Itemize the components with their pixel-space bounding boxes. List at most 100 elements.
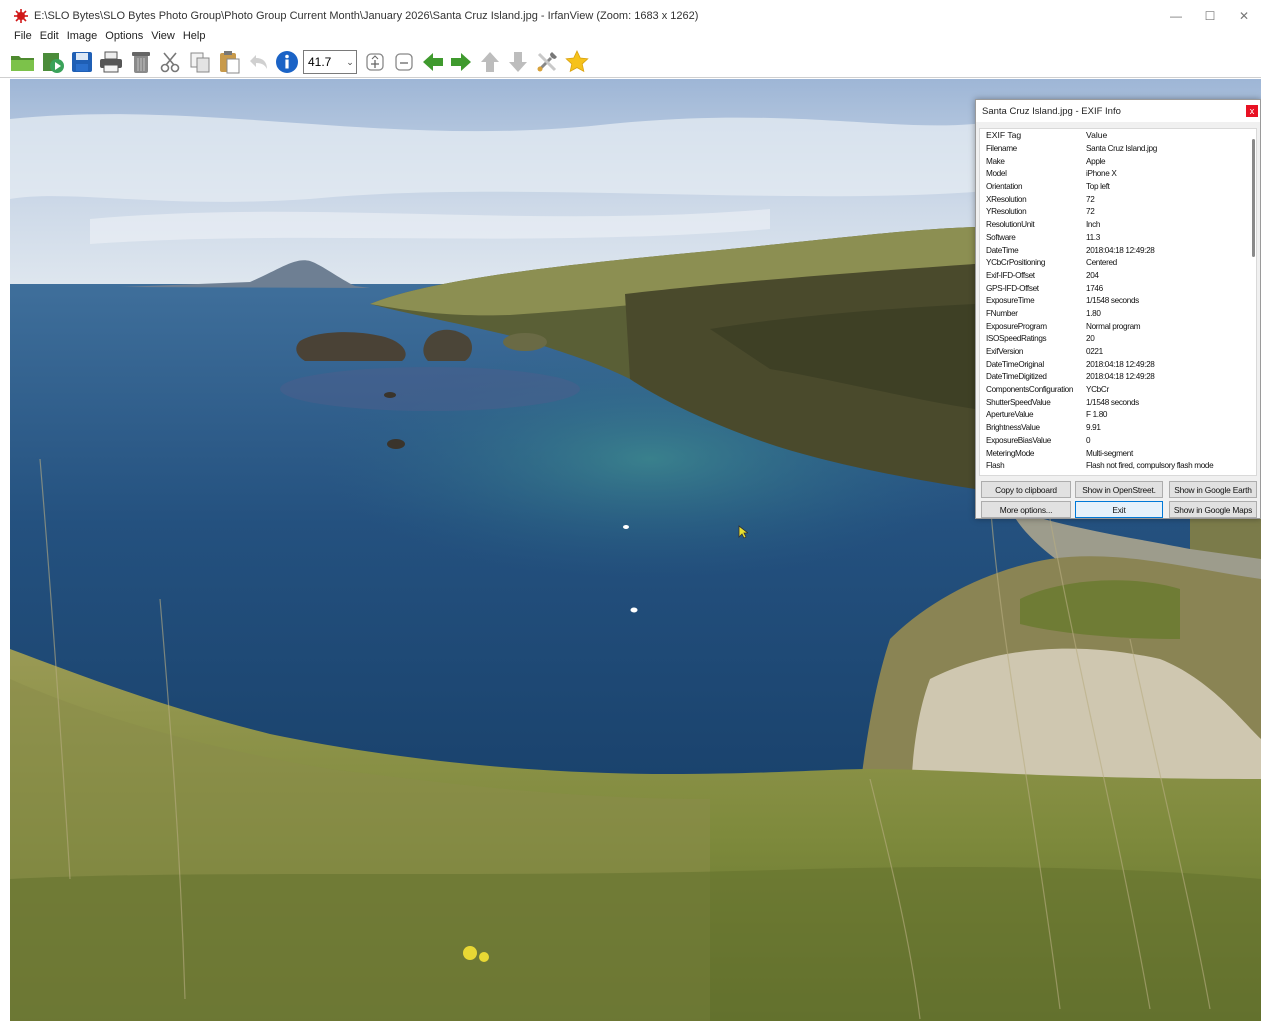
zoom-out-icon[interactable]	[391, 49, 417, 75]
exif-tag-cell: DateTimeDigitized	[986, 372, 1047, 382]
copy-icon[interactable]	[187, 49, 213, 75]
exif-row[interactable]: GPS-IFD-Offset 1746	[980, 284, 1256, 297]
exif-row[interactable]: ExposureBiasValue 0	[980, 436, 1256, 449]
exif-list[interactable]: EXIF Tag Value Filename Santa Cruz Island…	[979, 128, 1257, 476]
exif-value-cell: 72	[1086, 194, 1095, 204]
menu-view[interactable]: View	[151, 30, 175, 46]
menu-edit[interactable]: Edit	[40, 30, 59, 46]
copy-to-clipboard-button[interactable]: Copy to clipboard	[981, 481, 1071, 498]
show-in-google-maps-button[interactable]: Show in Google Maps	[1169, 501, 1257, 518]
exif-tag-cell: Model	[986, 169, 1007, 179]
exif-row[interactable]: BrightnessValue 9.91	[980, 423, 1256, 436]
cut-icon[interactable]	[157, 49, 183, 75]
exif-dialog-title: Santa Cruz Island.jpg - EXIF Info	[982, 105, 1121, 117]
exit-button[interactable]: Exit	[1075, 501, 1163, 518]
exif-tag-cell: DateTimeOriginal	[986, 359, 1044, 369]
exif-row[interactable]: Software 11.3	[980, 233, 1256, 246]
exif-row[interactable]: XResolution 72	[980, 195, 1256, 208]
minimize-button[interactable]: —	[1159, 0, 1193, 32]
open-folder-icon[interactable]	[10, 49, 36, 75]
zoom-in-icon[interactable]	[362, 49, 388, 75]
exif-row[interactable]: Model iPhone X	[980, 169, 1256, 182]
show-in-openstreet-button[interactable]: Show in OpenStreet.	[1075, 481, 1163, 498]
exif-tag-cell: ExposureProgram	[986, 321, 1047, 331]
undo-icon[interactable]	[246, 49, 272, 75]
next-icon[interactable]	[448, 49, 474, 75]
exif-value-cell: 72	[1086, 207, 1095, 217]
exif-row[interactable]: MeteringMode Multi-segment	[980, 449, 1256, 462]
zoom-combobox[interactable]: 41.7 ⌄	[303, 50, 357, 74]
delete-icon[interactable]	[128, 49, 154, 75]
menu-image[interactable]: Image	[67, 30, 98, 46]
exif-tag-cell: ApertureValue	[986, 410, 1034, 420]
menu-options[interactable]: Options	[105, 30, 143, 46]
exif-row[interactable]: DateTime 2018:04:18 12:49:28	[980, 246, 1256, 259]
exif-rows: Filename Santa Cruz Island.jpg Make Apple Mo…	[980, 144, 1256, 474]
paste-icon[interactable]	[216, 49, 242, 75]
exif-row[interactable]: YResolution 72	[980, 207, 1256, 220]
more-options-button[interactable]: More options...	[981, 501, 1071, 518]
first-icon[interactable]	[477, 49, 503, 75]
exif-value-cell: 20	[1086, 334, 1095, 344]
info-icon[interactable]	[274, 49, 300, 75]
exif-close-button[interactable]: x	[1246, 105, 1258, 117]
exif-value-cell: 1/1548 seconds	[1086, 296, 1139, 306]
exif-row[interactable]: Orientation Top left	[980, 182, 1256, 195]
print-icon[interactable]	[98, 49, 124, 75]
exif-value-cell: 1/1548 seconds	[1086, 397, 1139, 407]
exif-value-cell: Normal program	[1086, 321, 1141, 331]
exif-tag-cell: Software	[986, 232, 1016, 242]
exif-row[interactable]: YCbCrPositioning Centered	[980, 258, 1256, 271]
show-in-google-earth-button[interactable]: Show in Google Earth	[1169, 481, 1257, 498]
exif-tag-cell: Filename	[986, 144, 1017, 153]
exif-list-header: EXIF Tag Value	[980, 130, 1256, 144]
exif-row[interactable]: ShutterSpeedValue 1/1548 seconds	[980, 398, 1256, 411]
exif-tag-cell: ExposureBiasValue	[986, 435, 1051, 445]
slideshow-icon[interactable]	[40, 49, 66, 75]
menu-file[interactable]: File	[14, 30, 32, 46]
exif-row[interactable]: FNumber 1.80	[980, 309, 1256, 322]
exif-tag-cell: DateTime	[986, 245, 1019, 255]
exif-row[interactable]: ISOSpeedRatings 20	[980, 334, 1256, 347]
title-bar: E:\SLO Bytes\SLO Bytes Photo Group\Photo…	[0, 0, 1261, 32]
exif-row[interactable]: ApertureValue F 1.80	[980, 410, 1256, 423]
save-icon[interactable]	[69, 49, 95, 75]
exif-value-cell: 1746	[1086, 283, 1103, 293]
irfanview-app-icon[interactable]	[14, 9, 28, 23]
exif-value-cell: 0	[1086, 435, 1091, 445]
exif-row[interactable]: DateTimeOriginal 2018:04:18 12:49:28	[980, 360, 1256, 373]
exif-tag-cell: ISOSpeedRatings	[986, 334, 1047, 344]
maximize-button[interactable]: ☐	[1193, 0, 1227, 32]
exif-value-cell: Multi-segment	[1086, 448, 1133, 458]
exif-tag-cell: XResolution	[986, 194, 1027, 204]
previous-icon[interactable]	[420, 49, 446, 75]
exif-row[interactable]: DateTimeDigitized 2018:04:18 12:49:28	[980, 372, 1256, 385]
menu-help[interactable]: Help	[183, 30, 206, 46]
last-icon[interactable]	[505, 49, 531, 75]
exif-row[interactable]: ExposureProgram Normal program	[980, 322, 1256, 335]
close-button[interactable]: ✕	[1227, 0, 1261, 32]
exif-row[interactable]: ComponentsConfiguration YCbCr	[980, 385, 1256, 398]
favorites-icon[interactable]	[564, 49, 590, 75]
exif-row[interactable]: Make Apple	[980, 157, 1256, 170]
exif-row[interactable]: Flash Flash not fired, compulsory flash m…	[980, 461, 1256, 474]
mouse-cursor-icon	[738, 525, 750, 542]
exif-tag-cell: Flash	[986, 461, 1005, 471]
exif-row[interactable]: ExifVersion 0221	[980, 347, 1256, 360]
exif-value-cell: Top left	[1086, 182, 1110, 192]
exif-row[interactable]: ExposureTime 1/1548 seconds	[980, 296, 1256, 309]
exif-row[interactable]: Exif-IFD-Offset 204	[980, 271, 1256, 284]
exif-value-cell: 0221	[1086, 347, 1103, 356]
exif-dialog-title-bar: Santa Cruz Island.jpg - EXIF Info x	[976, 100, 1260, 122]
exif-row[interactable]: ResolutionUnit Inch	[980, 220, 1256, 233]
properties-icon[interactable]	[534, 49, 560, 75]
exif-scrollbar[interactable]	[1252, 139, 1255, 257]
column-header-value[interactable]: Value	[1086, 130, 1107, 144]
exif-tag-cell: FNumber	[986, 308, 1018, 318]
exif-tag-cell: BrightnessValue	[986, 423, 1040, 433]
column-header-tag[interactable]: EXIF Tag	[980, 130, 1086, 144]
exif-row[interactable]: Filename Santa Cruz Island.jpg	[980, 144, 1256, 157]
exif-value-cell: 204	[1086, 270, 1099, 280]
window-controls: — ☐ ✕	[1159, 0, 1261, 32]
chevron-down-icon[interactable]: ⌄	[344, 57, 356, 68]
